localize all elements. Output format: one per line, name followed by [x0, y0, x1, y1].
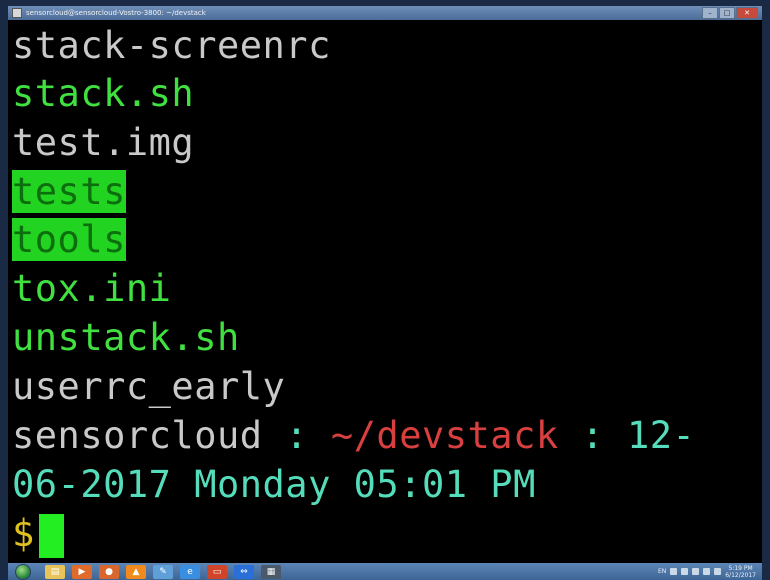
vlc-icon[interactable]: ▲ — [126, 564, 146, 579]
file-entry: stack.sh — [12, 72, 195, 115]
file-explorer-icon[interactable]: ▤ — [45, 564, 65, 579]
prompt-path: ~/devstack — [330, 414, 559, 457]
help-icon[interactable] — [670, 568, 678, 575]
file-entry: userrc_early — [12, 365, 286, 408]
directory-entry: tests — [12, 168, 126, 216]
terminal-app-icon[interactable]: ▦ — [261, 564, 281, 579]
prompt-user: sensorcloud — [12, 414, 263, 457]
file-entry: stack-screenrc — [12, 24, 331, 67]
prompt-separator: : — [262, 414, 331, 457]
clock-date: 6/12/2017 — [725, 571, 756, 579]
prompt-line: sensorcloud : ~/devstack : 12- — [12, 412, 695, 460]
directory-name: tools — [12, 218, 126, 261]
media-player-icon[interactable]: ▶ — [72, 564, 92, 579]
system-tray: EN 5:19 PM 6/12/2017 — [658, 565, 756, 579]
paint-icon[interactable]: ✎ — [153, 564, 173, 579]
network-icon[interactable] — [692, 568, 700, 575]
language-indicator[interactable]: EN — [658, 568, 666, 575]
maximize-button[interactable]: □ — [719, 7, 735, 19]
volume-icon[interactable] — [703, 568, 711, 575]
file-entry: unstack.sh — [12, 316, 240, 359]
firefox-icon[interactable]: ● — [99, 564, 119, 579]
terminal-window-icon — [12, 8, 22, 18]
prompt-separator: : — [558, 414, 627, 457]
window-controls: – □ ✕ — [702, 7, 758, 19]
window-title-bar[interactable]: sensorcloud@sensorcloud-Vostro-3800: ~/d… — [8, 6, 762, 20]
text-cursor — [38, 513, 64, 558]
start-button[interactable] — [8, 563, 38, 580]
prompt-date-continued: 06-2017 Monday 05:01 PM — [12, 463, 536, 506]
taskbar: ▤ ▶ ● ▲ ✎ e ▭ ⇔ ▦ EN 5:19 PM 6/12/2017 — [8, 563, 762, 580]
notification-icon[interactable] — [681, 568, 689, 575]
screen-frame: sensorcloud@sensorcloud-Vostro-3800: ~/d… — [0, 0, 770, 580]
flag-icon[interactable] — [714, 568, 722, 575]
clock-time: 5:19 PM — [728, 564, 753, 572]
directory-entry: tools — [12, 216, 126, 264]
teamviewer-icon[interactable]: ⇔ — [234, 564, 254, 579]
file-entry: tox.ini — [12, 267, 172, 310]
clock[interactable]: 5:19 PM 6/12/2017 — [725, 565, 756, 579]
close-button[interactable]: ✕ — [736, 7, 758, 19]
presentation-icon[interactable]: ▭ — [207, 564, 227, 579]
prompt-date: 12- — [626, 414, 696, 457]
terminal-output[interactable]: stack-screenrc stack.sh test.img tests t… — [8, 20, 762, 563]
directory-name: tests — [12, 170, 126, 213]
command-line[interactable]: $ — [12, 510, 64, 558]
window-title: sensorcloud@sensorcloud-Vostro-3800: ~/d… — [26, 9, 206, 17]
minimize-button[interactable]: – — [702, 7, 718, 19]
internet-explorer-icon[interactable]: e — [180, 564, 200, 579]
prompt-symbol: $ — [12, 512, 35, 555]
file-entry: test.img — [12, 121, 195, 164]
windows-logo-icon — [15, 563, 31, 580]
